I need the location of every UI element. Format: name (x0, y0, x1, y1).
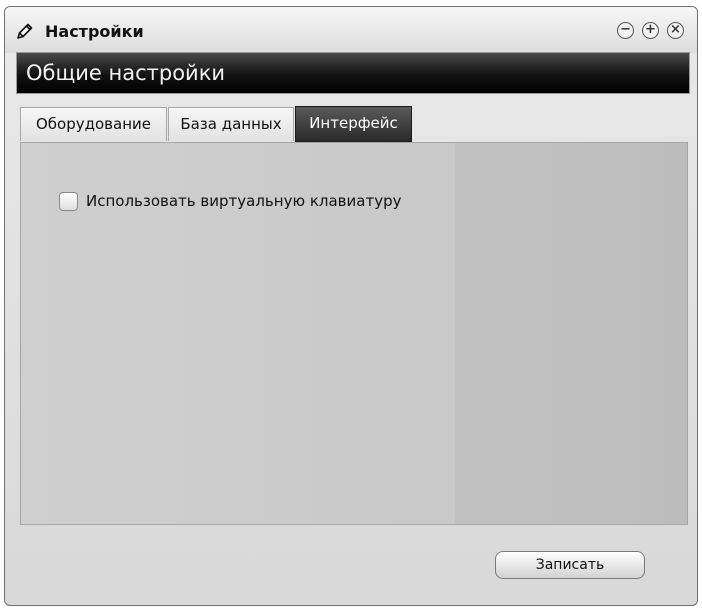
virtual-keyboard-checkbox[interactable] (59, 192, 78, 211)
interface-tab-panel: Использовать виртуальную клавиатуру (20, 142, 688, 525)
save-button[interactable]: Записать (495, 551, 645, 579)
tab-database[interactable]: База данных (168, 107, 294, 141)
close-button[interactable]: × (667, 22, 684, 39)
pencil-icon (17, 23, 33, 39)
virtual-keyboard-label[interactable]: Использовать виртуальную клавиатуру (86, 192, 401, 210)
tab-equipment[interactable]: Оборудование (20, 107, 167, 141)
window-title: Настройки (45, 22, 144, 41)
tab-interface[interactable]: Интерфейс (295, 106, 412, 142)
title-bar[interactable]: Настройки − + × (5, 7, 697, 53)
maximize-button[interactable]: + (642, 22, 659, 39)
minimize-button[interactable]: − (617, 22, 634, 39)
section-header: Общие настройки (16, 52, 690, 94)
panel-shade (455, 143, 687, 524)
